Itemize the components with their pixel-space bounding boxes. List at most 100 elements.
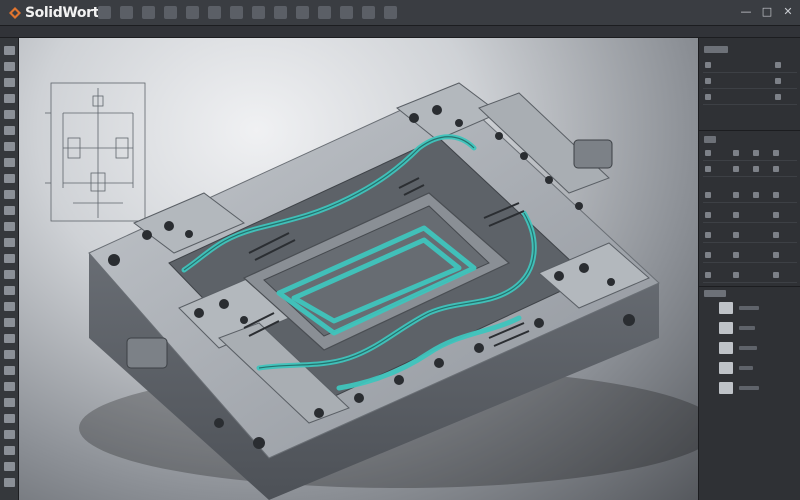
file-icon[interactable]	[98, 6, 111, 19]
extrude-icon[interactable]	[274, 6, 287, 19]
centerline-icon[interactable]	[4, 286, 15, 295]
option-icon	[705, 252, 711, 258]
close-icon[interactable]: ✕	[782, 6, 794, 18]
option-icon	[733, 166, 739, 172]
rotate-icon[interactable]	[4, 430, 15, 439]
line-icon[interactable]	[4, 62, 15, 71]
option-icon	[733, 150, 739, 156]
tools-icon[interactable]	[186, 6, 199, 19]
fillet-icon[interactable]	[318, 6, 331, 19]
feature-label	[739, 306, 759, 310]
option-icon	[733, 272, 739, 278]
minimize-icon[interactable]: —	[740, 6, 752, 18]
section-divider	[699, 130, 800, 131]
panel-header	[704, 46, 728, 53]
panel-header	[704, 290, 726, 297]
panel-row[interactable]	[703, 268, 797, 283]
feature-thumbnail[interactable]	[719, 362, 733, 374]
fillet-icon[interactable]	[4, 334, 15, 343]
offset-icon[interactable]	[4, 190, 15, 199]
mirror-icon[interactable]	[4, 206, 15, 215]
cut-icon[interactable]	[296, 6, 309, 19]
panel-row[interactable]	[703, 90, 797, 105]
polygon-icon[interactable]	[4, 142, 15, 151]
rectangle-icon[interactable]	[4, 78, 15, 87]
axis-icon[interactable]	[4, 366, 15, 375]
text-icon[interactable]	[4, 302, 15, 311]
color-icon[interactable]	[4, 478, 15, 487]
menu-bar: SolidWorts — □ ✕	[0, 0, 800, 26]
feature-label	[739, 386, 759, 390]
insert-icon[interactable]	[164, 6, 177, 19]
relation-icon[interactable]	[4, 254, 15, 263]
coordinate-icon[interactable]	[4, 382, 15, 391]
render-icon[interactable]	[384, 6, 397, 19]
option-icon	[773, 272, 779, 278]
measure-icon[interactable]	[340, 6, 353, 19]
section-icon[interactable]	[362, 6, 375, 19]
option-icon	[705, 166, 711, 172]
option-icon	[773, 232, 779, 238]
spline-icon[interactable]	[4, 126, 15, 135]
section-divider	[699, 286, 800, 287]
circle-icon[interactable]	[4, 94, 15, 103]
pan-icon[interactable]	[4, 414, 15, 423]
option-icon	[775, 78, 781, 84]
panel-row[interactable]	[703, 248, 797, 263]
help-icon[interactable]	[230, 6, 243, 19]
dimension-icon[interactable]	[4, 238, 15, 247]
mold-assembly-model[interactable]	[19, 38, 698, 500]
app-logo-icon	[9, 7, 21, 19]
trim-icon[interactable]	[4, 158, 15, 167]
option-icon	[705, 62, 711, 68]
command-manager-strip	[0, 26, 800, 38]
panel-header	[704, 136, 716, 143]
left-toolbar	[0, 38, 19, 500]
pattern-icon[interactable]	[4, 222, 15, 231]
sketch-icon[interactable]	[252, 6, 265, 19]
edit-icon[interactable]	[120, 6, 133, 19]
grid-icon[interactable]	[4, 446, 15, 455]
chamfer-icon[interactable]	[4, 318, 15, 327]
panel-row[interactable]	[703, 228, 797, 243]
top-menu-icons	[98, 6, 397, 20]
arc-icon[interactable]	[4, 110, 15, 119]
panel-row[interactable]	[703, 58, 797, 73]
option-icon	[733, 212, 739, 218]
window-icon[interactable]	[208, 6, 221, 19]
panel-row[interactable]	[703, 188, 797, 203]
feature-thumbnail[interactable]	[719, 382, 733, 394]
option-icon	[705, 212, 711, 218]
option-icon	[753, 166, 759, 172]
option-icon	[705, 94, 711, 100]
app-logo[interactable]: SolidWorts	[8, 5, 107, 21]
feature-label	[739, 326, 755, 330]
panel-row[interactable]	[703, 208, 797, 223]
extend-icon[interactable]	[4, 174, 15, 183]
view-icon[interactable]	[142, 6, 155, 19]
feature-thumbnail[interactable]	[719, 322, 733, 334]
panel-row[interactable]	[703, 74, 797, 89]
feature-thumbnail[interactable]	[719, 342, 733, 354]
maximize-icon[interactable]: □	[761, 6, 773, 18]
option-icon	[773, 192, 779, 198]
option-icon	[705, 232, 711, 238]
option-icon	[753, 192, 759, 198]
option-icon	[705, 78, 711, 84]
point-icon[interactable]	[4, 270, 15, 279]
select-icon[interactable]	[4, 46, 15, 55]
option-icon	[705, 272, 711, 278]
panel-row[interactable]	[703, 146, 797, 161]
feature-thumbnail[interactable]	[719, 302, 733, 314]
option-icon	[773, 252, 779, 258]
option-icon	[705, 150, 711, 156]
property-manager-panel	[698, 38, 800, 500]
graphics-viewport[interactable]	[19, 38, 698, 500]
zoom-icon[interactable]	[4, 398, 15, 407]
plane-icon[interactable]	[4, 350, 15, 359]
layer-icon[interactable]	[4, 462, 15, 471]
option-icon	[775, 62, 781, 68]
option-icon	[733, 252, 739, 258]
panel-row[interactable]	[703, 162, 797, 177]
option-icon	[773, 166, 779, 172]
